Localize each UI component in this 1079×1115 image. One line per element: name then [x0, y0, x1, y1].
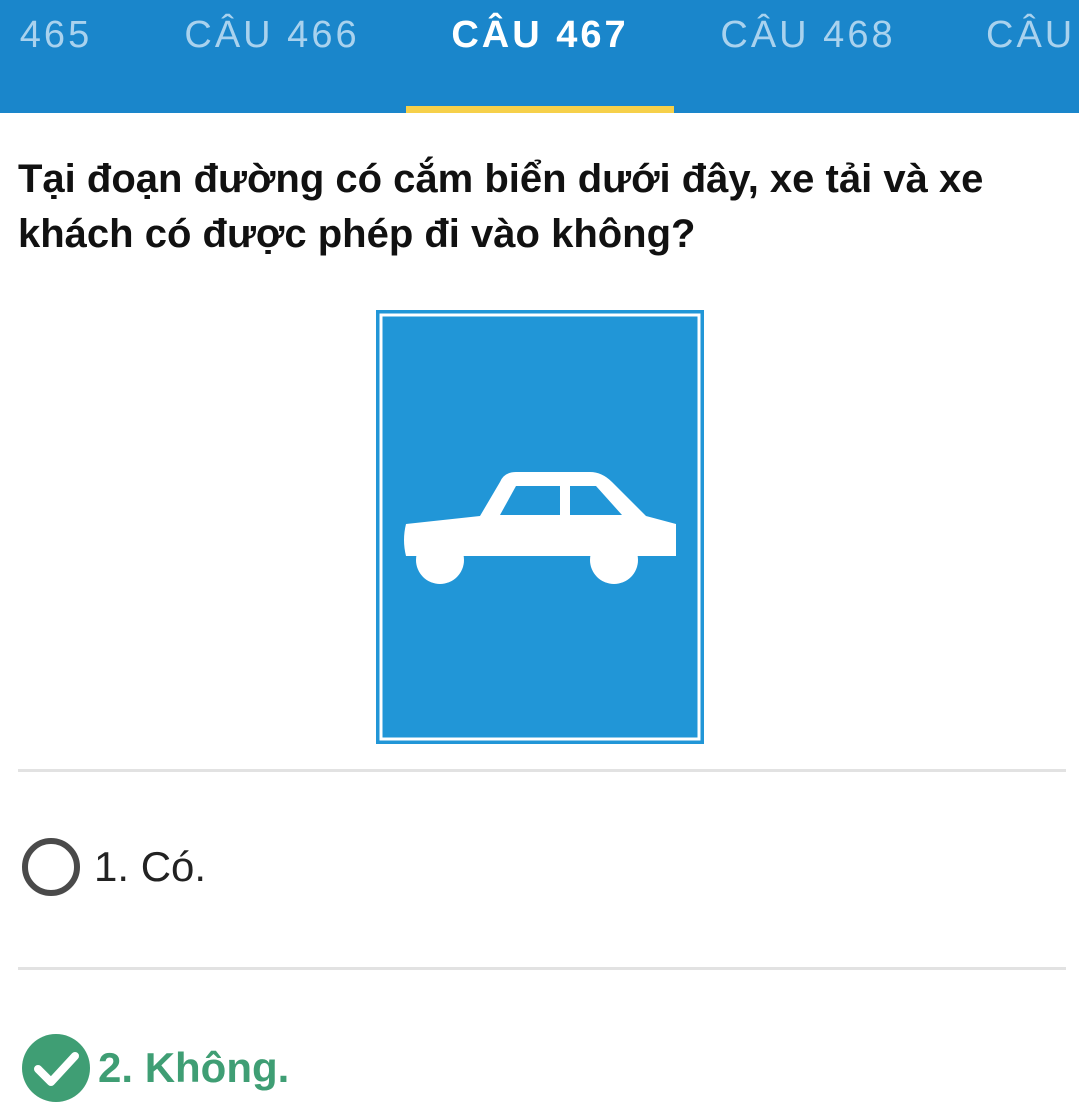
tab-question-469[interactable]: CÂU [968, 0, 1079, 113]
answer-option-label: 2. Không. [98, 1044, 290, 1091]
question-text: Tại đoạn đường có cắm biển dưới đây, xe … [18, 157, 984, 256]
divider [18, 967, 1066, 970]
tab-question-467[interactable]: CÂU 467 [406, 0, 674, 113]
tab-question-465[interactable]: 465 [0, 0, 112, 113]
check-circle-icon[interactable] [22, 1034, 90, 1102]
answer-option-2[interactable]: 2. Không. [22, 1034, 289, 1102]
tab-question-468[interactable]: CÂU 468 [674, 0, 942, 113]
tab-question-466[interactable]: CÂU 466 [138, 0, 406, 113]
divider [18, 769, 1066, 772]
radio-unselected-icon[interactable] [22, 838, 80, 896]
answer-option-1[interactable]: 1. Có. [22, 838, 206, 896]
road-sign-image [376, 310, 704, 749]
question-tab-bar: 465 CÂU 466 CÂU 467 CÂU 468 CÂU [0, 0, 1079, 113]
active-tab-indicator [406, 106, 674, 113]
answer-option-label: 1. Có. [94, 843, 207, 890]
